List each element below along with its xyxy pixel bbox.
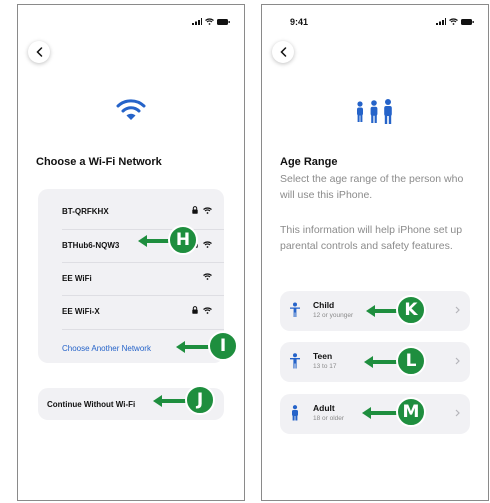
continue-without-wifi-button[interactable]: Continue Without Wi-Fi: [38, 388, 224, 420]
adult-icon: [292, 405, 298, 421]
chevron-right-icon: [455, 409, 460, 417]
teen-icon: [290, 353, 300, 369]
network-list: BT-QRFKHX BTHub6-NQW3 EE WiFi EE WiFi-X: [38, 189, 224, 363]
wifi-status-icon: [205, 18, 214, 25]
back-button[interactable]: [272, 41, 294, 63]
network-row[interactable]: BT-QRFKHX: [38, 195, 224, 227]
wifi-hero-icon: [116, 97, 146, 126]
wifi-icon: [203, 306, 212, 314]
status-icons: [436, 18, 474, 25]
wifi-icon: [203, 240, 212, 248]
child-icon: [290, 302, 300, 317]
back-button[interactable]: [28, 41, 50, 63]
age-option-label: Child: [313, 300, 335, 310]
age-option-adult[interactable]: Adult 18 or older: [280, 394, 470, 434]
age-option-sublabel: 13 to 17: [313, 363, 337, 370]
status-icons: [192, 18, 230, 25]
signal-icon: [192, 18, 202, 25]
age-option-child[interactable]: Child 12 or younger: [280, 291, 470, 331]
chevron-left-icon: [279, 47, 286, 57]
age-option-teen[interactable]: Teen 13 to 17: [280, 342, 470, 382]
lock-icon: [192, 206, 198, 214]
people-hero-icon: [354, 98, 394, 129]
chevron-right-icon: [455, 357, 460, 365]
wifi-icon: [203, 273, 212, 280]
phone-screen-wifi: Choose a Wi-Fi Network BT-QRFKHX BTHub6-…: [17, 4, 245, 501]
network-name: EE WiFi-X: [62, 306, 100, 316]
network-name: EE WiFi: [62, 273, 92, 283]
network-row[interactable]: EE WiFi-X: [38, 295, 224, 327]
age-option-sublabel: 12 or younger: [313, 312, 354, 319]
continue-without-wifi-label: Continue Without Wi-Fi: [47, 399, 136, 409]
status-time: 9:41: [290, 17, 309, 27]
network-row[interactable]: BTHub6-NQW3: [38, 229, 224, 261]
description-text: This information will help iPhone set up…: [280, 224, 463, 252]
signal-icon: [436, 18, 446, 25]
chevron-right-icon: [455, 306, 460, 314]
battery-icon: [217, 18, 230, 25]
age-option-label: Teen: [313, 351, 333, 361]
wifi-status-icon: [449, 18, 458, 25]
wifi-icon: [203, 206, 212, 214]
lock-icon: [192, 240, 198, 248]
choose-another-network-link[interactable]: Choose Another Network: [62, 344, 151, 353]
description-text: Select the age range of the person who w…: [280, 173, 464, 201]
battery-icon: [461, 18, 474, 25]
network-name: BT-QRFKHX: [62, 206, 109, 216]
age-option-label: Adult: [313, 403, 335, 413]
lock-icon: [192, 306, 198, 314]
divider: [62, 329, 224, 330]
page-title: Choose a Wi-Fi Network: [36, 156, 162, 168]
page-title: Age Range: [280, 156, 338, 168]
network-row[interactable]: EE WiFi: [38, 262, 224, 294]
age-option-sublabel: 18 or older: [313, 415, 345, 422]
network-name: BTHub6-NQW3: [62, 240, 120, 250]
chevron-left-icon: [35, 47, 42, 57]
phone-screen-age-range: 9:41 Age Range Select the age range of t…: [261, 4, 489, 501]
